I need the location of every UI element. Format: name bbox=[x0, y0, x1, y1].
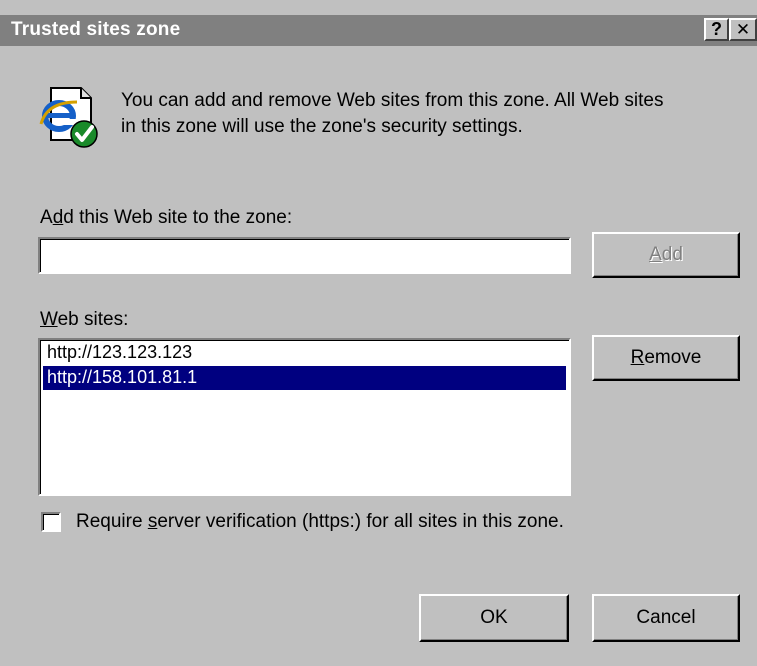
info-text-line1: You can add and remove Web sites from th… bbox=[121, 90, 664, 111]
add-site-label-suffix: d this Web site to the zone: bbox=[63, 207, 293, 228]
info-text: You can add and remove Web sites from th… bbox=[121, 88, 751, 140]
require-verification-label-prefix: Require bbox=[76, 511, 148, 532]
web-sites-label-mnemonic: W bbox=[40, 309, 58, 330]
web-sites-list[interactable]: http://123.123.123 http://158.101.81.1 bbox=[38, 338, 571, 496]
list-item[interactable]: http://123.123.123 bbox=[43, 341, 566, 365]
require-verification-label-mnemonic: s bbox=[147, 511, 158, 532]
ok-button[interactable]: OK bbox=[419, 594, 569, 642]
close-button[interactable]: ✕ bbox=[729, 18, 757, 41]
add-site-label-prefix: A bbox=[40, 207, 53, 228]
remove-button[interactable]: Remove bbox=[592, 335, 740, 381]
list-item-selected[interactable]: http://158.101.81.1 bbox=[43, 366, 566, 390]
require-verification-label[interactable]: Require server verification (https:) for… bbox=[76, 511, 564, 533]
remove-button-rest: emove bbox=[644, 347, 702, 368]
add-site-input[interactable] bbox=[38, 237, 571, 274]
window-title: Trusted sites zone bbox=[11, 19, 181, 40]
web-sites-label-suffix: eb sites: bbox=[57, 309, 129, 330]
require-verification-label-suffix: erver verification (https:) for all site… bbox=[157, 511, 564, 532]
add-site-label: Add this Web site to the zone: bbox=[40, 207, 292, 229]
web-sites-label: Web sites: bbox=[40, 309, 128, 331]
ie-globe-checkmark-icon bbox=[39, 87, 98, 148]
info-text-line2: in this zone will use the zone's securit… bbox=[121, 116, 523, 137]
require-verification-checkbox[interactable] bbox=[41, 512, 61, 532]
title-bar[interactable]: Trusted sites zone ? ✕ bbox=[0, 15, 757, 46]
remove-button-mnemonic: R bbox=[630, 347, 645, 368]
trusted-sites-dialog: Trusted sites zone ? ✕ You can add and r… bbox=[0, 0, 757, 666]
help-button[interactable]: ? bbox=[704, 18, 729, 41]
cancel-button[interactable]: Cancel bbox=[592, 594, 740, 642]
add-button-rest: dd bbox=[661, 244, 683, 265]
add-button-mnemonic: A bbox=[649, 244, 662, 265]
add-button[interactable]: Add bbox=[592, 232, 740, 278]
add-site-label-mnemonic: d bbox=[52, 207, 64, 228]
